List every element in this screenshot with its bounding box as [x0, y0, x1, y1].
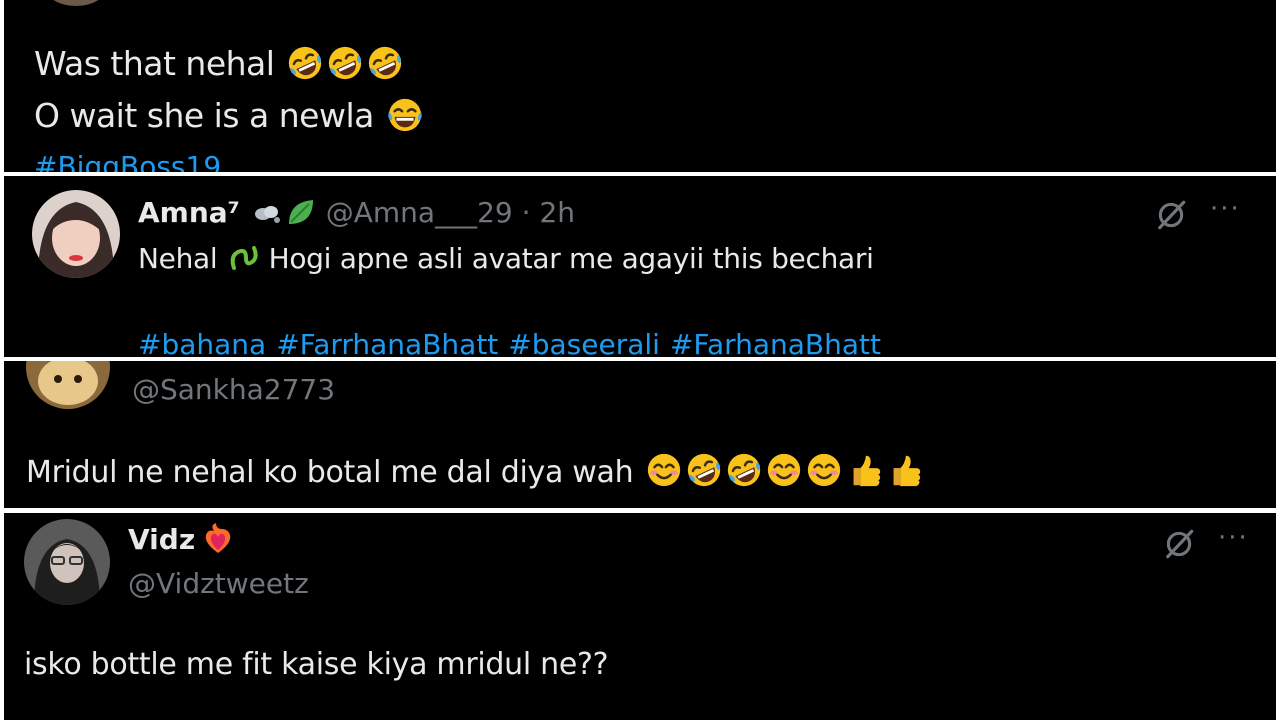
user-handle[interactable]: @Amna___29: [326, 196, 513, 229]
more-options-icon[interactable]: ···: [1218, 523, 1249, 553]
hashtag-farrhanabhatt[interactable]: #FarrhanaBhatt: [276, 328, 498, 357]
rofl-emoji-icon: [725, 451, 763, 489]
hashtag-link[interactable]: #BiggBoss19: [34, 150, 231, 172]
squiggle-emoji-icon: [230, 246, 258, 270]
grok-icon[interactable]: [1154, 198, 1188, 232]
tweet-text: Mridul ne nehal ko botal me dal diya wah: [26, 451, 923, 490]
rofl-emoji-icon: [286, 44, 324, 82]
tweet-panel-1: Was that nehal O wait she is a newla #Bi…: [4, 0, 1276, 172]
tweet-text-part-2: Hogi apne asli avatar me agayii this bec…: [268, 242, 874, 275]
tweet-panel-2: Amna⁷ @Amna___29 · 2h ··· Nehal Hogi apn…: [4, 176, 1276, 357]
tweet-panel-3: @Sankha2773 Mridul ne nehal ko botal me …: [4, 361, 1276, 508]
tweet-text-part-1: Nehal: [138, 242, 218, 275]
display-name-row: Vidz: [128, 523, 234, 556]
avatar[interactable]: [46, 0, 106, 6]
hashtags: #bahana #FarrhanaBhatt #baseerali #FarhanaB…: [138, 328, 891, 357]
hashtag-bahana[interactable]: #bahana: [138, 328, 266, 357]
tweet-text-line-2: O wait she is a newla: [34, 96, 424, 135]
grok-icon[interactable]: [1162, 527, 1196, 561]
separator-dot: ·: [521, 196, 531, 229]
hashtag-farhanabhatt[interactable]: #FarhanaBhatt: [670, 328, 881, 357]
leaf-emoji-icon: [288, 200, 313, 224]
tweet-text: Nehal Hogi apne asli avatar me agayii th…: [138, 242, 874, 275]
smiling-face-emoji-icon: [645, 451, 683, 489]
joy-emoji-icon: [386, 96, 424, 134]
fire-heart-emoji-icon: [205, 523, 231, 553]
tweet-header: Amna⁷ @Amna___29 · 2h: [138, 196, 575, 229]
avatar[interactable]: [26, 361, 110, 409]
tweet-line-2-text: O wait she is a newla: [34, 96, 374, 135]
avatar[interactable]: [24, 519, 110, 605]
tweet-panel-4: Vidz @Vidztweetz ··· isko bottle me fit …: [4, 513, 1276, 720]
smiling-face-emoji-icon: [765, 451, 803, 489]
cloud-emoji-icon: [254, 206, 280, 223]
rofl-emoji-icon: [366, 44, 404, 82]
display-name[interactable]: Vidz: [128, 523, 195, 556]
rofl-emoji-icon: [326, 44, 364, 82]
timestamp[interactable]: 2h: [539, 196, 575, 229]
thumbs-up-emoji-icon: [845, 451, 883, 489]
hashtag-baseerali[interactable]: #baseerali: [508, 328, 660, 357]
avatar[interactable]: [32, 190, 120, 278]
tweet-text: isko bottle me fit kaise kiya mridul ne?…: [24, 647, 609, 682]
user-handle[interactable]: @Sankha2773: [132, 373, 335, 406]
tweet-text-content: Mridul ne nehal ko botal me dal diya wah: [26, 455, 634, 490]
tweet-text-line-1: Was that nehal: [34, 44, 404, 83]
user-handle[interactable]: @Vidztweetz: [128, 567, 309, 600]
tweet-line-1-text: Was that nehal: [34, 44, 275, 83]
display-name[interactable]: Amna⁷: [138, 196, 240, 229]
rofl-emoji-icon: [685, 451, 723, 489]
more-options-icon[interactable]: ···: [1210, 194, 1241, 224]
hashtag-biggboss19[interactable]: #BiggBoss19: [34, 150, 221, 172]
smiling-face-emoji-icon: [805, 451, 843, 489]
thumbs-up-emoji-icon: [885, 451, 923, 489]
